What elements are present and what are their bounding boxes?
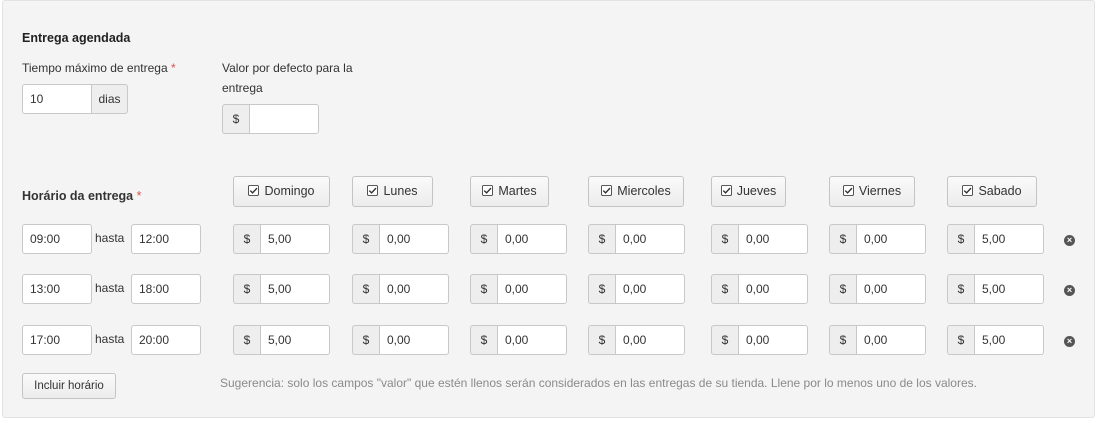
max-time-label: Tiempo máximo de entrega * <box>22 58 176 78</box>
checkbox-checked-icon <box>601 178 613 196</box>
hasta-label: hasta <box>95 281 125 295</box>
price-input-sabado[interactable]: 5,00 <box>974 325 1044 355</box>
price-input-domingo[interactable]: 5,00 <box>260 274 330 304</box>
remove-row-icon[interactable]: × <box>1064 235 1075 246</box>
price-input-viernes[interactable]: 0,00 <box>856 274 926 304</box>
currency-addon: $ <box>829 325 856 355</box>
currency-addon: $ <box>470 224 497 254</box>
day-toggle-0[interactable]: Domingo <box>233 176 330 207</box>
price-input-miercoles[interactable]: 0,00 <box>615 224 685 254</box>
currency-addon: $ <box>233 325 260 355</box>
price-input-viernes[interactable]: 0,00 <box>856 224 926 254</box>
day-label: Martes <box>498 184 537 198</box>
currency-addon: $ <box>711 224 738 254</box>
time-to-input[interactable]: 18:00 <box>131 274 201 304</box>
required-mark: * <box>136 189 142 203</box>
time-from-input[interactable]: 17:00 <box>22 325 92 355</box>
day-toggle-5[interactable]: Viernes <box>829 176 915 207</box>
default-value-label: Valor por defecto para la entrega <box>222 58 353 98</box>
checkbox-checked-icon <box>720 178 732 196</box>
day-label: Domingo <box>264 184 315 198</box>
remove-row-icon[interactable]: × <box>1064 285 1075 296</box>
price-input-jueves[interactable]: 0,00 <box>738 224 808 254</box>
hasta-label: hasta <box>95 231 125 245</box>
day-toggle-6[interactable]: Sabado <box>947 176 1037 207</box>
checkbox-checked-icon <box>962 178 974 196</box>
price-input-domingo[interactable]: 5,00 <box>260 325 330 355</box>
max-time-label-text: Tiempo máximo de entrega <box>22 61 168 75</box>
currency-addon: $ <box>947 325 974 355</box>
checkbox-checked-icon <box>482 178 494 196</box>
remove-row-icon[interactable]: × <box>1064 336 1075 347</box>
default-value-label-line2: entrega <box>222 81 263 95</box>
time-from-input[interactable]: 13:00 <box>22 274 92 304</box>
max-time-input[interactable]: 10 <box>22 84 92 114</box>
day-toggle-4[interactable]: Jueves <box>711 176 786 207</box>
currency-addon: $ <box>352 274 379 304</box>
price-input-lunes[interactable]: 0,00 <box>379 224 449 254</box>
currency-addon: $ <box>588 224 615 254</box>
day-label: Sabado <box>978 184 1022 198</box>
day-toggle-1[interactable]: Lunes <box>352 176 433 207</box>
time-to-input[interactable]: 12:00 <box>131 224 201 254</box>
hasta-label: hasta <box>95 332 125 346</box>
currency-addon: $ <box>588 325 615 355</box>
checkbox-checked-icon <box>842 178 854 196</box>
price-input-martes[interactable]: 0,00 <box>497 325 567 355</box>
price-input-miercoles[interactable]: 0,00 <box>615 274 685 304</box>
price-input-miercoles[interactable]: 0,00 <box>615 325 685 355</box>
schedule-label-text: Horário da entrega <box>22 189 134 203</box>
day-label: Jueves <box>736 184 777 198</box>
required-mark: * <box>170 61 176 75</box>
currency-addon: $ <box>470 274 497 304</box>
add-schedule-button[interactable]: Incluir horário <box>22 373 116 399</box>
currency-addon: $ <box>711 274 738 304</box>
section-title: Entrega agendada <box>22 31 131 45</box>
time-to-input[interactable]: 20:00 <box>131 325 201 355</box>
price-input-jueves[interactable]: 0,00 <box>738 325 808 355</box>
currency-addon: $ <box>233 274 260 304</box>
currency-addon: $ <box>352 224 379 254</box>
default-value-currency: $ <box>222 104 249 134</box>
day-label: Viernes <box>858 184 902 198</box>
checkbox-checked-icon <box>367 178 379 196</box>
day-label: Miercoles <box>617 184 671 198</box>
time-from-input[interactable]: 09:00 <box>22 224 92 254</box>
currency-addon: $ <box>711 325 738 355</box>
hint-text: Sugerencia: solo los campos "valor" que … <box>220 376 977 390</box>
price-input-domingo[interactable]: 5,00 <box>260 224 330 254</box>
currency-addon: $ <box>829 274 856 304</box>
price-input-martes[interactable]: 0,00 <box>497 274 567 304</box>
currency-addon: $ <box>947 274 974 304</box>
default-value-input[interactable] <box>249 104 319 134</box>
price-input-jueves[interactable]: 0,00 <box>738 274 808 304</box>
day-toggle-3[interactable]: Miercoles <box>588 176 684 207</box>
currency-addon: $ <box>947 224 974 254</box>
default-value-label-line1: Valor por defecto para la <box>222 61 353 75</box>
currency-addon: $ <box>352 325 379 355</box>
currency-addon: $ <box>470 325 497 355</box>
price-input-lunes[interactable]: 0,00 <box>379 325 449 355</box>
day-toggle-2[interactable]: Martes <box>470 176 549 207</box>
price-input-sabado[interactable]: 5,00 <box>974 274 1044 304</box>
day-label: Lunes <box>383 184 418 198</box>
price-input-sabado[interactable]: 5,00 <box>974 224 1044 254</box>
currency-addon: $ <box>829 224 856 254</box>
currency-addon: $ <box>588 274 615 304</box>
price-input-viernes[interactable]: 0,00 <box>856 325 926 355</box>
max-time-unit: dias <box>92 84 128 114</box>
schedule-label: Horário da entrega * <box>22 186 142 206</box>
price-input-martes[interactable]: 0,00 <box>497 224 567 254</box>
currency-addon: $ <box>233 224 260 254</box>
price-input-lunes[interactable]: 0,00 <box>379 274 449 304</box>
checkbox-checked-icon <box>248 178 260 196</box>
